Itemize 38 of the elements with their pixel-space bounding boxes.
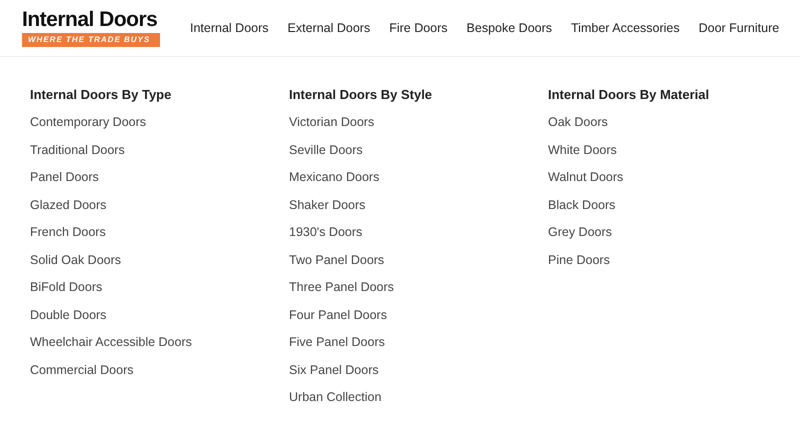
menu-link[interactable]: Six Panel Doors: [289, 360, 548, 388]
menu-link[interactable]: Panel Doors: [30, 168, 289, 196]
menu-link[interactable]: Pine Doors: [548, 250, 800, 278]
menu-link[interactable]: Victorian Doors: [289, 113, 548, 140]
column-heading: Internal Doors By Type: [30, 86, 172, 104]
nav-link[interactable]: Door Furniture: [698, 18, 780, 38]
menu-link[interactable]: Urban Collection: [289, 388, 548, 416]
nav-link[interactable]: Fire Doors: [389, 18, 448, 38]
logo-title[interactable]: Internal Doors: [22, 9, 158, 31]
nav-link[interactable]: Timber Accessories: [571, 18, 680, 38]
menu-link[interactable]: Glazed Doors: [30, 196, 289, 223]
nav-link[interactable]: Bespoke Doors: [466, 18, 552, 38]
nav-link[interactable]: External Doors: [288, 18, 370, 38]
column-heading: Internal Doors By Style: [289, 86, 434, 104]
menu-link[interactable]: Contemporary Doors: [30, 113, 289, 140]
logo-tagline: WHERE THE TRADE BUYS: [22, 33, 160, 47]
menu-link[interactable]: BiFold Doors: [30, 278, 289, 306]
menu-link[interactable]: Two Panel Doors: [289, 250, 548, 278]
menu-link[interactable]: Grey Doors: [548, 223, 800, 250]
menu-link[interactable]: Black Doors: [548, 196, 800, 223]
menu-link[interactable]: Seville Doors: [289, 140, 548, 168]
menu-link[interactable]: Oak Doors: [548, 113, 800, 140]
menu-link[interactable]: 1930's Doors: [289, 223, 548, 250]
menu-link[interactable]: Four Panel Doors: [289, 306, 548, 333]
menu-link[interactable]: Commercial Doors: [30, 360, 289, 388]
menu-link[interactable]: Traditional Doors: [30, 140, 289, 168]
menu-link[interactable]: Double Doors: [30, 306, 289, 333]
menu-link[interactable]: Five Panel Doors: [289, 333, 548, 360]
nav-link[interactable]: Internal Doors: [190, 18, 269, 38]
menu-link[interactable]: French Doors: [30, 223, 289, 250]
menu-link[interactable]: Solid Oak Doors: [30, 250, 289, 278]
menu-link[interactable]: Shaker Doors: [289, 196, 548, 223]
column-heading: Internal Doors By Material: [548, 86, 710, 104]
menu-link[interactable]: Mexicano Doors: [289, 168, 548, 196]
menu-link[interactable]: White Doors: [548, 140, 800, 168]
menu-link[interactable]: Walnut Doors: [548, 168, 800, 196]
menu-link[interactable]: Wheelchair Accessible Doors: [30, 333, 289, 360]
menu-link[interactable]: Three Panel Doors: [289, 278, 548, 306]
